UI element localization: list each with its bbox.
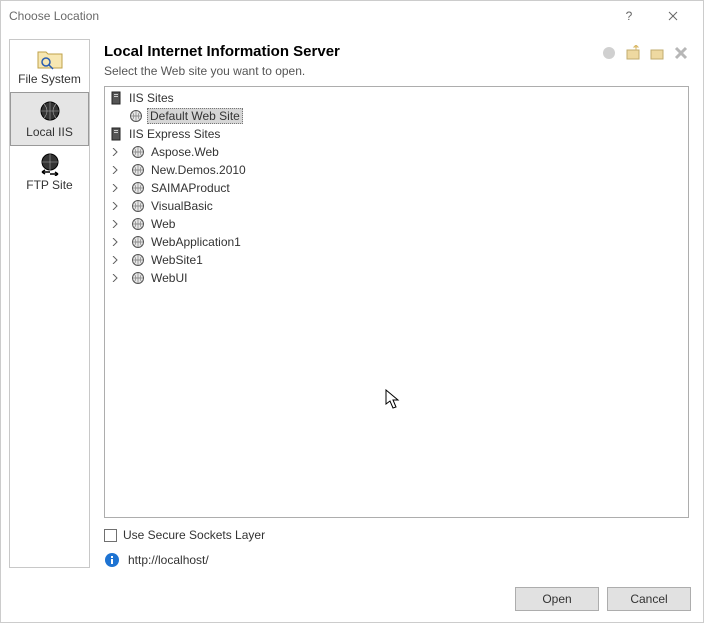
globe-icon	[131, 181, 145, 195]
cancel-button[interactable]: Cancel	[607, 587, 691, 611]
tree-node-label: IIS Sites	[127, 91, 176, 105]
info-icon	[104, 552, 120, 568]
chevron-right-icon[interactable]	[109, 146, 121, 158]
delete-icon[interactable]	[673, 45, 689, 61]
server-icon	[109, 127, 123, 141]
tree-node-express-site[interactable]: VisualBasic	[109, 197, 684, 215]
folder-search-icon	[36, 46, 64, 70]
tree-node-express-site[interactable]: New.Demos.2010	[109, 161, 684, 179]
toolbar	[601, 45, 689, 61]
tree-node-label: VisualBasic	[149, 199, 215, 213]
ssl-checkbox-row[interactable]: Use Secure Sockets Layer	[104, 528, 689, 542]
help-button[interactable]: ?	[607, 1, 651, 31]
tree-node-label: WebSite1	[149, 253, 205, 267]
sidebar-item-ftp-site[interactable]: FTP Site	[10, 146, 89, 198]
button-label: Cancel	[630, 592, 667, 606]
tree-node-default-web-site[interactable]: Default Web Site	[109, 107, 684, 125]
chevron-right-icon[interactable]	[109, 218, 121, 230]
tree-node-express-site[interactable]: WebApplication1	[109, 233, 684, 251]
tree-node-express-site[interactable]: Aspose.Web	[109, 143, 684, 161]
close-icon	[668, 11, 678, 21]
new-vdir-icon[interactable]	[625, 45, 641, 61]
tree-node-label: Aspose.Web	[149, 145, 221, 159]
right-pane: Local Internet Information Server Select…	[90, 31, 703, 576]
chevron-right-icon[interactable]	[109, 254, 121, 266]
globe-icon	[131, 271, 145, 285]
url-text: http://localhost/	[128, 553, 209, 567]
globe-icon	[131, 217, 145, 231]
tree-node-label: Default Web Site	[147, 108, 243, 124]
chevron-right-icon[interactable]	[109, 236, 121, 248]
window-title: Choose Location	[9, 9, 99, 23]
tree-node-label: WebUI	[149, 271, 189, 285]
globe-icon	[131, 253, 145, 267]
sidebar-item-local-iis[interactable]: Local IIS	[10, 92, 89, 146]
titlebar: Choose Location ?	[1, 1, 703, 31]
sidebar-item-label: Local IIS	[26, 125, 73, 139]
chevron-right-icon[interactable]	[109, 164, 121, 176]
tree-node-express-site[interactable]: WebSite1	[109, 251, 684, 269]
globe-icon	[129, 109, 143, 123]
sidebar-item-label: FTP Site	[26, 178, 72, 192]
tree-node-iis-express-sites[interactable]: IIS Express Sites	[109, 125, 684, 143]
globe-icon	[131, 199, 145, 213]
button-label: Open	[542, 592, 571, 606]
pane-title: Local Internet Information Server	[104, 43, 340, 60]
checkbox-icon	[104, 529, 117, 542]
tree-node-label: Web	[149, 217, 177, 231]
tree-node-express-site[interactable]: WebUI	[109, 269, 684, 287]
location-sidebar: File System Local IIS FTP Site	[9, 39, 90, 568]
tree-node-iis-sites[interactable]: IIS Sites	[109, 89, 684, 107]
close-button[interactable]	[651, 1, 695, 31]
tree-node-label: SAIMAProduct	[149, 181, 232, 195]
globe-icon	[131, 235, 145, 249]
open-folder-icon[interactable]	[649, 45, 665, 61]
chevron-right-icon[interactable]	[109, 272, 121, 284]
url-row: http://localhost/	[104, 552, 689, 568]
globe-icon	[131, 145, 145, 159]
tree-node-label: IIS Express Sites	[127, 127, 222, 141]
sidebar-item-label: File System	[18, 72, 81, 86]
globe-icon	[131, 163, 145, 177]
tree-node-express-site[interactable]: Web	[109, 215, 684, 233]
chevron-right-icon[interactable]	[109, 182, 121, 194]
server-icon	[109, 91, 123, 105]
globe-iis-icon	[36, 99, 64, 123]
sidebar-item-file-system[interactable]: File System	[10, 40, 89, 92]
tree-node-label: WebApplication1	[149, 235, 243, 249]
site-tree[interactable]: IIS Sites Default Web Site IIS Express S…	[104, 86, 689, 518]
pane-subtitle: Select the Web site you want to open.	[104, 64, 340, 78]
button-row: Open Cancel	[1, 576, 703, 622]
globe-ftp-icon	[36, 152, 64, 176]
ssl-label: Use Secure Sockets Layer	[123, 528, 265, 542]
new-app-icon[interactable]	[601, 45, 617, 61]
tree-node-label: New.Demos.2010	[149, 163, 248, 177]
chevron-right-icon[interactable]	[109, 200, 121, 212]
open-button[interactable]: Open	[515, 587, 599, 611]
tree-node-express-site[interactable]: SAIMAProduct	[109, 179, 684, 197]
